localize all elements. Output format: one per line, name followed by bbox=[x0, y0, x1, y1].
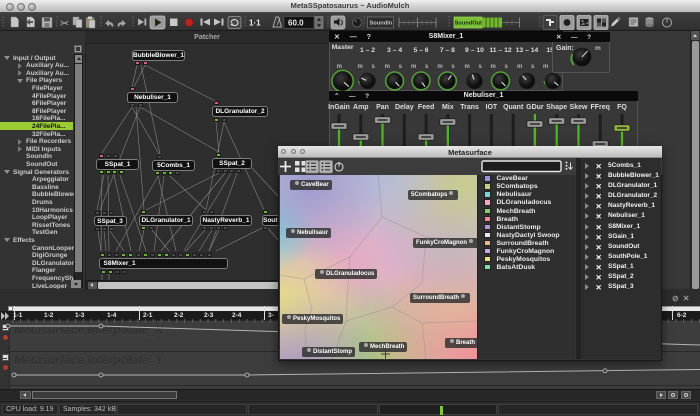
svg-text:1·1: 1·1 bbox=[249, 19, 261, 28]
svg-text:✂: ✂ bbox=[60, 18, 69, 30]
svg-text:SoundIn: SoundIn bbox=[370, 21, 393, 27]
svg-text:SoundOut: SoundOut bbox=[455, 21, 483, 27]
svg-text:60.0: 60.0 bbox=[288, 19, 304, 28]
